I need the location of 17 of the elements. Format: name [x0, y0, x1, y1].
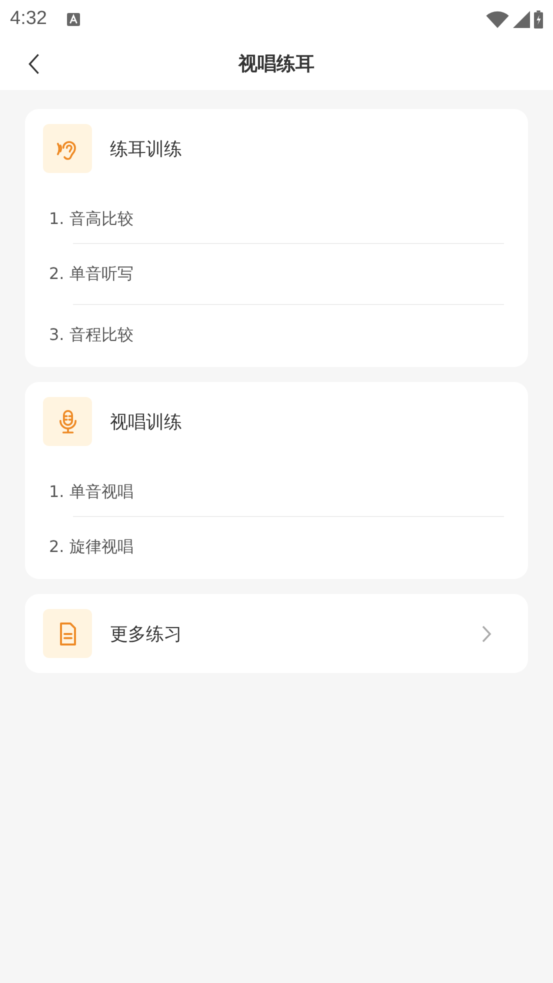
more-practice-row[interactable]: 更多练习: [43, 609, 504, 658]
battery-icon: [534, 10, 543, 28]
exercise-item[interactable]: 2. 旋律视唱: [43, 517, 504, 577]
section-title: 更多练习: [110, 622, 182, 646]
exercise-item[interactable]: 2. 单音听写: [43, 244, 504, 304]
notification-icon: [66, 12, 80, 26]
status-time: 4:32: [10, 8, 47, 30]
page-title: 视唱练耳: [238, 52, 314, 77]
chevron-icon: [481, 624, 492, 642]
back-icon: [28, 52, 40, 76]
section-title: 视唱训练: [110, 410, 182, 434]
signal-icon: [513, 10, 530, 28]
section-title: 练耳训练: [110, 138, 182, 160]
exercise-item[interactable]: 3. 音程比较: [43, 305, 504, 365]
exercise-item[interactable]: 1. 音高比较: [43, 189, 504, 243]
exercise-item[interactable]: 1. 单音视唱: [43, 462, 504, 516]
wifi-icon: [486, 10, 509, 28]
